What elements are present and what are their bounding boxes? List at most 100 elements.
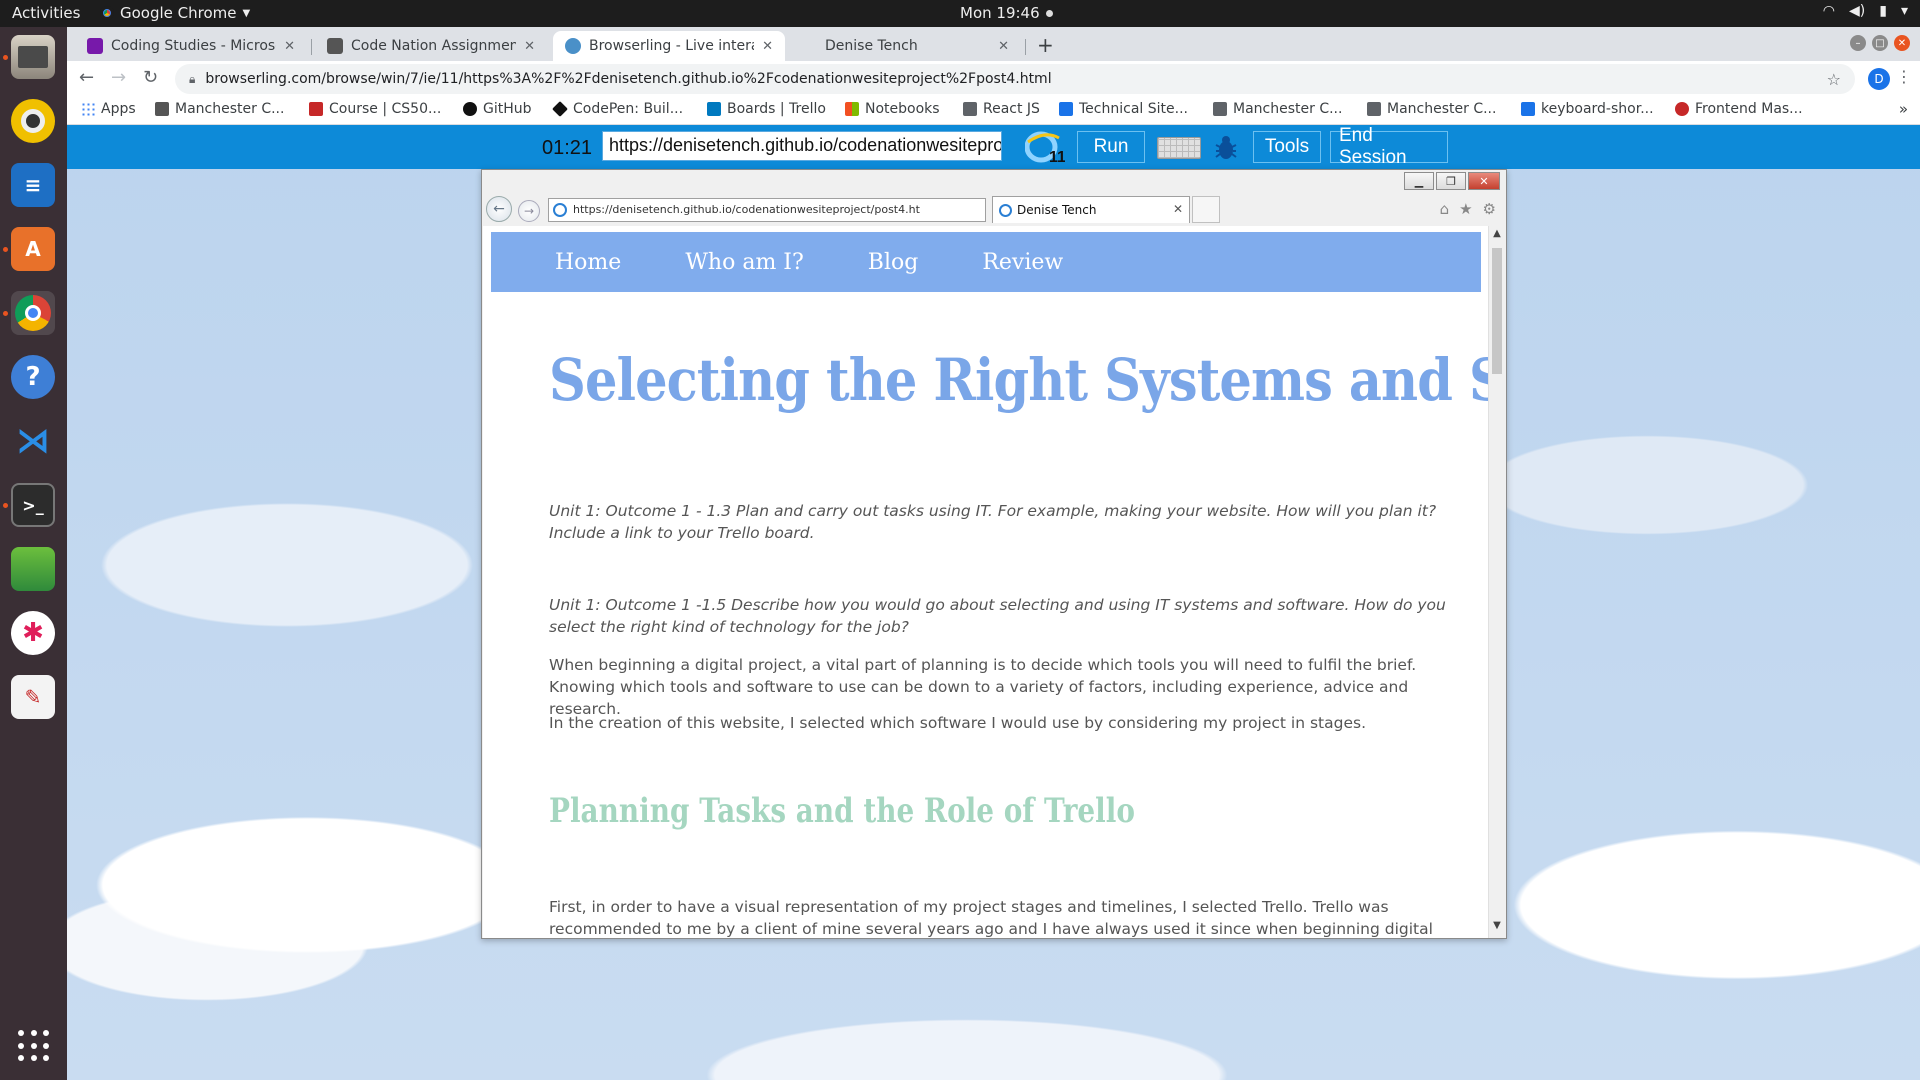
lock-icon[interactable]: 🔒︎ (189, 72, 195, 87)
help-icon[interactable]: ? (11, 355, 55, 399)
tab-coding-studies[interactable]: Coding Studies - Microsof ✕ (75, 31, 307, 61)
ie-window: ▁ ❐ ✕ ← → https://denisetench.github.io/… (481, 169, 1507, 939)
bookmark-item[interactable]: CodePen: Buil... (552, 101, 684, 117)
terminal-icon[interactable]: >_ (11, 483, 55, 527)
bookmark-item[interactable]: Boards | Trello (707, 101, 826, 117)
gear-icon[interactable]: ⚙ (1483, 200, 1496, 218)
writer-icon[interactable]: ≡ (11, 163, 55, 207)
tab-title: Browserling - Live interac (589, 38, 755, 54)
home-icon[interactable]: ⌂ (1440, 200, 1450, 218)
slack-icon[interactable]: ✱ (11, 611, 55, 655)
text-editor-icon[interactable]: ✎ (11, 675, 55, 719)
software-center-icon[interactable]: A (11, 227, 55, 271)
nav-link-blog[interactable]: Blog (868, 250, 919, 275)
bookmark-item[interactable]: Technical Site... (1059, 101, 1188, 117)
chrome-icon (100, 6, 114, 20)
more-bookmarks-icon[interactable]: » (1899, 100, 1908, 118)
tab-code-nation[interactable]: Code Nation Assignment ✕ (315, 31, 547, 61)
keyboard-icon[interactable] (1157, 137, 1201, 159)
chrome-toolbar: ← → ↻ 🔒︎ browserling.com/browse/win/7/ie… (67, 61, 1920, 97)
close-window-icon[interactable]: ✕ (1894, 35, 1910, 51)
close-icon[interactable]: ✕ (1468, 172, 1500, 190)
bookmark-star-icon[interactable]: ☆ (1827, 70, 1841, 89)
bookmark-item[interactable]: Manchester C... (155, 101, 284, 117)
close-icon[interactable]: ✕ (998, 39, 1009, 54)
bookmark-item[interactable]: Manchester C... (1213, 101, 1342, 117)
ie-tab[interactable]: Denise Tench ✕ (992, 196, 1190, 223)
back-icon[interactable]: ← (79, 67, 94, 88)
minimize-icon[interactable]: ▁ (1404, 172, 1434, 190)
menu-icon[interactable]: ⋮ (1896, 67, 1912, 86)
scroll-up-icon[interactable]: ▲ (1489, 228, 1505, 244)
reload-icon[interactable]: ↻ (143, 67, 158, 88)
wifi-icon: ◠ (1822, 3, 1836, 19)
bookmark-apps[interactable]: Apps (81, 101, 136, 117)
rhythmbox-icon[interactable] (11, 99, 55, 143)
nav-link-review[interactable]: Review (982, 250, 1063, 275)
app-menu[interactable]: Google Chrome ▼ (100, 4, 250, 22)
minimize-icon[interactable]: – (1850, 35, 1866, 51)
end-session-button[interactable]: End Session (1330, 125, 1448, 168)
maximize-icon[interactable]: □ (1872, 35, 1888, 51)
ie-new-tab-button[interactable] (1192, 196, 1220, 223)
outcome-text: Unit 1: Outcome 1 -1.5 Describe how you … (549, 596, 1446, 636)
chevron-down-icon: ▼ (242, 7, 251, 19)
files-icon[interactable] (11, 35, 55, 79)
show-applications-icon[interactable] (18, 1030, 50, 1062)
window-controls: – □ ✕ (1850, 35, 1910, 51)
chrome-window: Coding Studies - Microsof ✕ Code Nation … (67, 27, 1920, 1080)
clock[interactable]: Mon 19:46 (960, 4, 1053, 22)
vscode-icon (1521, 102, 1535, 116)
profile-avatar[interactable]: D (1868, 68, 1890, 90)
tools-button[interactable]: Tools (1253, 131, 1321, 163)
browserling-url-input[interactable]: https://denisetench.github.io/codenation… (602, 131, 1002, 161)
close-icon[interactable]: ✕ (1173, 202, 1183, 216)
bookmark-item[interactable]: Frontend Mas... (1675, 101, 1803, 117)
ie-back-icon[interactable]: ← (486, 196, 512, 222)
nav-link-home[interactable]: Home (555, 250, 621, 275)
run-button[interactable]: Run (1077, 131, 1145, 163)
restore-icon[interactable]: ❐ (1436, 172, 1466, 190)
bookmark-item[interactable]: Manchester C... (1367, 101, 1496, 117)
section-heading: Planning Tasks and the Role of Trello (549, 791, 1135, 831)
trello-icon (707, 102, 721, 116)
bookmark-label: Technical Site... (1079, 101, 1188, 117)
bookmark-item[interactable]: keyboard-shor... (1521, 101, 1654, 117)
bookmark-item[interactable]: React JS (963, 101, 1040, 117)
bookmark-label: keyboard-shor... (1541, 101, 1654, 117)
body-paragraph: First, in order to have a visual represe… (549, 898, 1433, 938)
tab-denise-tench[interactable]: Denise Tench ✕ (789, 31, 1021, 61)
folder-icon (1213, 102, 1227, 116)
running-indicator (3, 55, 8, 60)
scroll-down-icon[interactable]: ▼ (1489, 920, 1505, 936)
ie-scrollbar[interactable]: ▲ ▼ (1488, 226, 1505, 938)
close-icon[interactable]: ✕ (762, 39, 773, 54)
ie-forward-icon[interactable]: → (518, 200, 540, 222)
tab-title: Code Nation Assignment (351, 38, 517, 54)
bookmarks-bar: Apps Manchester C... Course | CS50... Gi… (67, 97, 1920, 125)
bug-icon[interactable] (1214, 135, 1238, 161)
bookmark-item[interactable]: Notebooks (845, 101, 940, 117)
omnibox[interactable]: 🔒︎ browserling.com/browse/win/7/ie/11/ht… (175, 64, 1855, 94)
tab-browserling[interactable]: Browserling - Live interac ✕ (553, 31, 785, 61)
power-menu-icon: ▾ (1900, 3, 1908, 19)
bookmark-label: CodePen: Buil... (573, 101, 684, 117)
bookmark-item[interactable]: Course | CS50... (309, 101, 441, 117)
bookmark-label: Course | CS50... (329, 101, 442, 117)
activities-button[interactable]: Activities (12, 4, 80, 22)
scroll-thumb[interactable] (1492, 248, 1502, 374)
image-editor-icon[interactable] (11, 547, 55, 591)
close-icon[interactable]: ✕ (524, 39, 535, 54)
system-tray[interactable]: ◠ ◀) ▮ ▾ (1823, 3, 1908, 19)
close-icon[interactable]: ✕ (284, 39, 295, 54)
vscode-icon[interactable]: ⋊ (11, 419, 55, 463)
favorites-star-icon[interactable]: ★ (1459, 200, 1472, 218)
new-tab-icon[interactable]: + (1037, 33, 1054, 57)
github-icon (463, 102, 477, 116)
notification-dot-icon (1045, 9, 1053, 17)
forward-icon[interactable]: → (111, 67, 126, 88)
ie-address-bar[interactable]: https://denisetench.github.io/codenation… (548, 198, 986, 222)
chrome-icon[interactable] (11, 291, 55, 335)
bookmark-item[interactable]: GitHub (463, 101, 532, 117)
nav-link-who-am-i[interactable]: Who am I? (685, 250, 803, 275)
